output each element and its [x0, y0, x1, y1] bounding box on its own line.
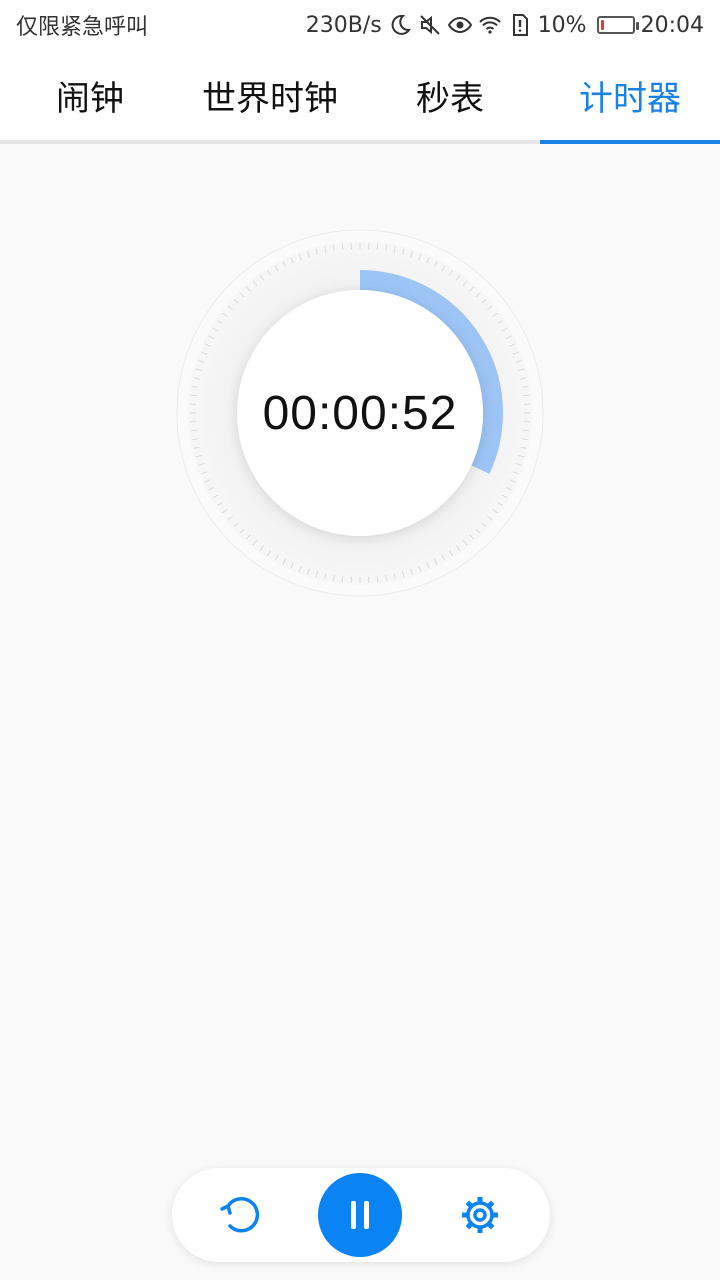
- tab-alarm[interactable]: 闹钟: [0, 50, 180, 140]
- tab-world-clock[interactable]: 世界时钟: [180, 50, 360, 140]
- tab-world-clock-label: 世界时钟: [202, 78, 338, 119]
- mute-icon: [419, 15, 440, 35]
- timer-remaining: 00:00:52: [262, 386, 458, 440]
- clock-time: 20:04: [640, 12, 704, 38]
- status-bar: 仅限紧急呼叫 230B/s 10% 20:04: [0, 0, 720, 50]
- timer-dial: 00:00:52: [175, 228, 545, 598]
- reset-icon: [220, 1197, 260, 1233]
- moon-icon: [391, 14, 411, 35]
- tab-bar: 闹钟 世界时钟 秒表 计时器: [0, 50, 720, 144]
- eye-icon: [447, 16, 472, 34]
- sim-alert-icon: [512, 14, 528, 36]
- carrier-text: 仅限紧急呼叫: [16, 15, 149, 40]
- tab-timer-label: 计时器: [579, 78, 681, 119]
- tab-timer[interactable]: 计时器: [540, 50, 720, 144]
- settings-button[interactable]: [456, 1191, 504, 1239]
- timer-screen: 仅限紧急呼叫 230B/s 10% 20:04 闹钟 世界时钟 秒表 计时器 0…: [0, 0, 720, 1280]
- battery-level-fill: [600, 20, 604, 30]
- tab-alarm-label: 闹钟: [56, 78, 124, 119]
- tab-stopwatch[interactable]: 秒表: [360, 50, 540, 140]
- wifi-icon: [478, 16, 501, 34]
- battery-percent: 10%: [537, 12, 587, 38]
- reset-button[interactable]: [216, 1191, 264, 1239]
- pause-icon-bar: [364, 1201, 369, 1229]
- tab-stopwatch-label: 秒表: [416, 78, 484, 119]
- gear-icon: [462, 1197, 498, 1233]
- pause-icon: [351, 1201, 356, 1229]
- status-icons: 230B/s 10% 20:04: [306, 13, 704, 38]
- network-speed: 230B/s: [305, 12, 382, 38]
- timer-controls: [172, 1168, 550, 1262]
- battery-icon: [596, 16, 639, 34]
- pause-button[interactable]: [318, 1173, 402, 1257]
